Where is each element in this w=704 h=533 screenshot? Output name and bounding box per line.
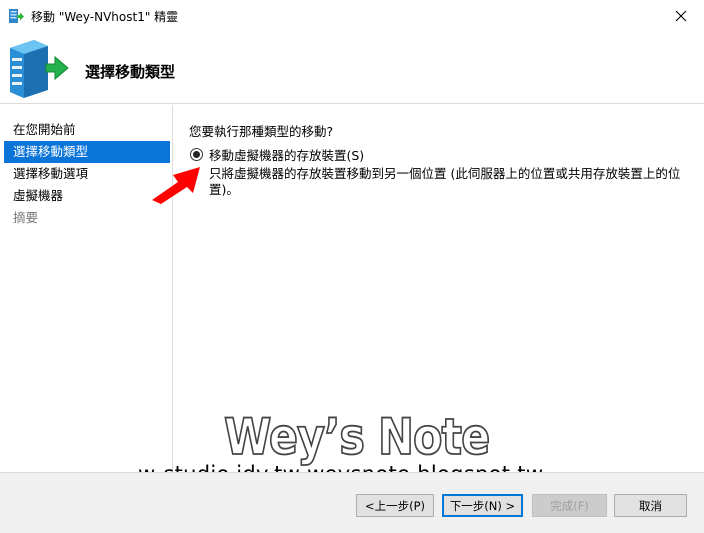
sidebar-item-choose-move-options[interactable]: 選擇移動選項 [0,163,172,185]
move-storage-option[interactable]: 移動虛擬機器的存放裝置(S) [190,145,364,164]
next-button[interactable]: 下一步(N) > [442,494,523,517]
close-icon [675,10,687,22]
window-title: 移動 "Wey-NVhost1" 精靈 [31,10,179,24]
previous-button[interactable]: <上一步(P) [356,494,434,517]
move-storage-label[interactable]: 移動虛擬機器的存放裝置(S) [209,145,364,164]
server-migrate-icon [10,40,69,98]
sidebar-item-summary: 摘要 [13,210,39,225]
sidebar-item-choose-move-type[interactable]: 選擇移動類型 [4,141,170,163]
wizard-header: 選擇移動類型 [0,32,704,104]
migrate-icon [9,9,24,23]
sidebar-item-before-you-begin[interactable]: 在您開始前 [0,119,172,141]
title-bar: 移動 "Wey-NVhost1" 精靈 [0,0,704,32]
close-button[interactable] [658,0,704,32]
wizard-footer: <上一步(P) 下一步(N) > 完成(F) 取消 [0,472,704,533]
move-type-question: 您要執行那種類型的移動? [189,124,334,139]
page-title: 選擇移動類型 [85,63,176,81]
sidebar-item-virtual-machine[interactable]: 虛擬機器 [0,185,172,207]
red-arrow-annotation [152,167,200,204]
radio-selected-dot [193,151,200,158]
watermark-logo: Wey’s Note [223,408,491,467]
move-storage-description: 只將虛擬機器的存放裝置移動到另一個位置 (此伺服器上的位置或共用存放裝置上的位置… [209,166,681,197]
finish-button: 完成(F) [532,494,607,517]
cancel-button[interactable]: 取消 [614,494,687,517]
